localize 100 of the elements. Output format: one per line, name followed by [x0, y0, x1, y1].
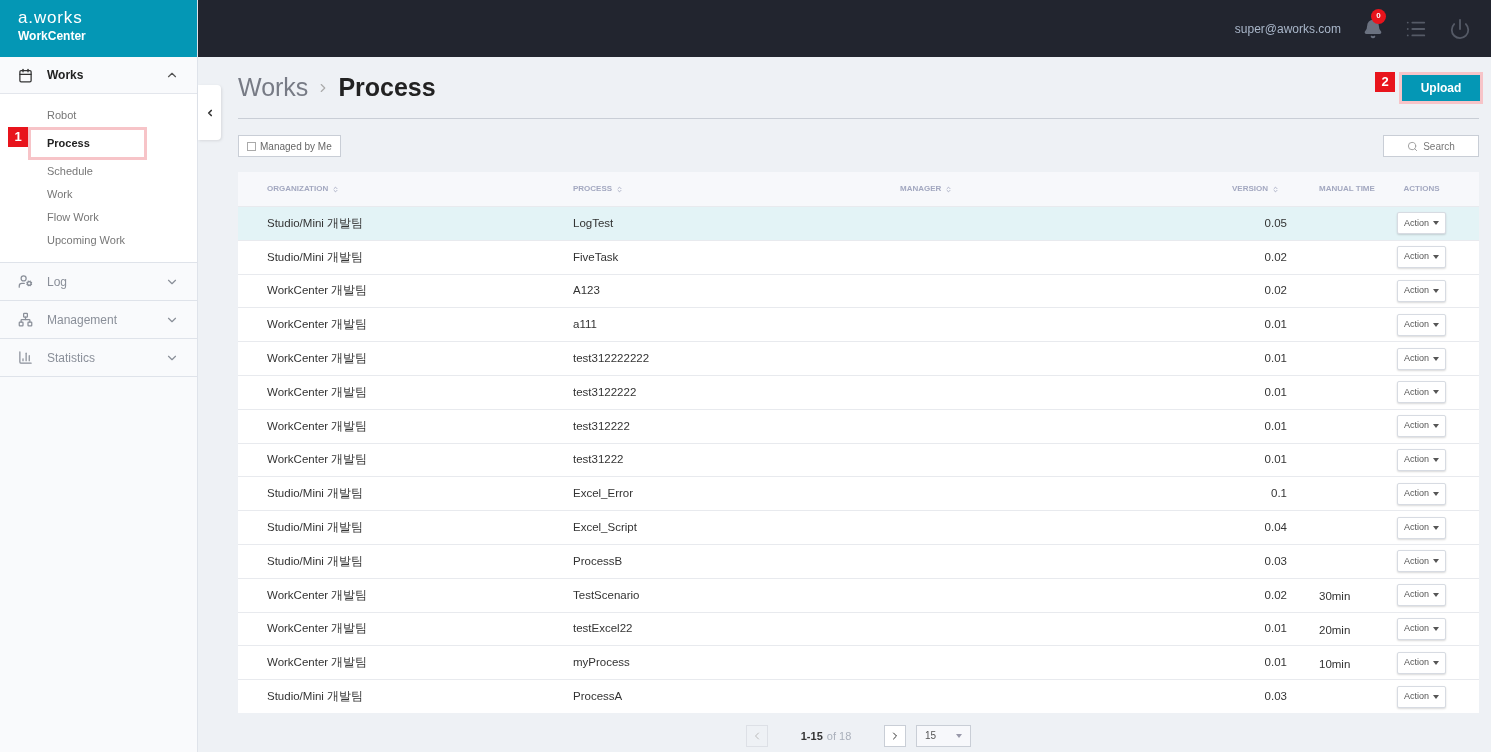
- process-cell-text: test3122222: [573, 384, 638, 400]
- organization-cell-text: WorkCenter 개발팀: [267, 587, 369, 603]
- process-cell-text: LogTest: [573, 215, 615, 231]
- caret-down-icon: [1433, 322, 1439, 327]
- sidebar-item[interactable]: Work: [47, 186, 73, 203]
- process-cell-text: myProcess: [573, 655, 631, 671]
- action-dropdown[interactable]: Action: [1397, 584, 1446, 607]
- column-header: MANUAL TIME: [1319, 183, 1375, 195]
- version-cell-text: 0.1: [1270, 486, 1288, 502]
- action-dropdown[interactable]: Action: [1397, 415, 1446, 438]
- organization-cell-text: Studio/Mini 개발팀: [267, 215, 365, 231]
- version-cell-text: 0.01: [1263, 350, 1288, 366]
- table-row[interactable]: Studio/Mini 개발팀 LogTest 0.05 Action: [238, 206, 1479, 240]
- action-dropdown[interactable]: Action: [1397, 280, 1446, 302]
- power-icon[interactable]: [1449, 17, 1471, 40]
- process-cell-text: test312222222: [573, 350, 651, 366]
- version-cell-text: 0.01: [1263, 655, 1288, 671]
- caret-down-icon: [1433, 255, 1439, 260]
- caret-down-icon: [1433, 356, 1439, 361]
- process-cell-text: testExcel22: [573, 621, 634, 637]
- sort-icon: [1272, 185, 1279, 193]
- caret-down-icon: [1433, 626, 1439, 631]
- version-cell-text: 0.04: [1263, 519, 1288, 535]
- version-cell-text: 0.01: [1263, 621, 1288, 637]
- page-size-select[interactable]: 15: [916, 724, 971, 747]
- caret-down-icon: [1433, 221, 1439, 226]
- caret-down-icon: [1433, 694, 1439, 699]
- version-cell-text: 0.02: [1263, 587, 1288, 603]
- organization-cell-text: WorkCenter 개발팀: [267, 621, 369, 637]
- next-page-button[interactable]: [884, 724, 906, 747]
- organization-cell-text: WorkCenter 개발팀: [267, 317, 369, 333]
- section-label: Statistics: [47, 349, 96, 367]
- organization-cell-text: WorkCenter 개발팀: [267, 384, 369, 400]
- process-cell-text: A123: [573, 283, 601, 299]
- organization-cell-text: WorkCenter 개발팀: [267, 418, 369, 434]
- process-cell-text: test312222: [573, 418, 631, 434]
- breadcrumb-parent[interactable]: Works: [238, 68, 309, 107]
- sort-icon: [616, 185, 624, 193]
- organization-cell-text: Studio/Mini 개발팀: [267, 553, 365, 569]
- version-cell-text: 0.03: [1263, 553, 1288, 569]
- bar-chart-icon: [18, 350, 33, 365]
- callout-badge: 2: [1375, 71, 1395, 92]
- page-title: Process: [338, 71, 436, 103]
- organization-cell-text: Studio/Mini 개발팀: [267, 486, 365, 502]
- organization-cell-text: WorkCenter 개발팀: [267, 350, 369, 366]
- search-button[interactable]: Search: [1383, 135, 1479, 157]
- organization-cell-text: Studio/Mini 개발팀: [267, 519, 365, 535]
- callout-badge: 1: [8, 127, 28, 147]
- process-cell-text: Excel_Error: [573, 486, 635, 502]
- product-name: WorkCenter: [18, 28, 87, 44]
- action-dropdown[interactable]: Action: [1397, 212, 1446, 235]
- section-label: Log: [47, 273, 69, 291]
- caret-down-icon: [1433, 424, 1439, 429]
- manual-time-cell: 30min: [1319, 590, 1351, 603]
- action-dropdown[interactable]: Action: [1397, 448, 1446, 471]
- action-dropdown[interactable]: Action: [1397, 347, 1446, 370]
- hierarchy-icon: [18, 312, 33, 327]
- logo: a.works: [18, 8, 84, 28]
- action-dropdown[interactable]: Action: [1397, 313, 1446, 336]
- section-label: Works: [47, 67, 85, 84]
- section-label: Management: [47, 311, 119, 329]
- caret-down-icon: [1433, 593, 1439, 598]
- organization-cell-text: Studio/Mini 개발팀: [267, 688, 365, 704]
- action-dropdown[interactable]: Action: [1397, 482, 1446, 505]
- version-cell-text: 0.02: [1263, 283, 1288, 299]
- action-dropdown[interactable]: Action: [1397, 685, 1446, 708]
- action-dropdown[interactable]: Action: [1397, 381, 1446, 404]
- action-dropdown[interactable]: Action: [1397, 550, 1446, 573]
- caret-down-icon: [956, 733, 962, 738]
- sidebar-item[interactable]: Robot: [47, 107, 77, 124]
- action-dropdown[interactable]: Action: [1397, 246, 1446, 269]
- managed-by-me-filter[interactable]: Managed by Me: [238, 135, 341, 157]
- version-cell-text: 0.01: [1263, 452, 1288, 468]
- caret-down-icon: [1433, 457, 1439, 462]
- process-cell-text: TestScenario: [573, 587, 641, 603]
- manual-time-cell: 20min: [1319, 623, 1351, 636]
- organization-cell-text: WorkCenter 개발팀: [267, 655, 369, 671]
- action-dropdown[interactable]: Action: [1397, 516, 1446, 539]
- organization-cell-text: WorkCenter 개발팀: [267, 283, 369, 299]
- caret-down-icon: [1433, 559, 1439, 564]
- organization-cell-text: Studio/Mini 개발팀: [267, 249, 365, 265]
- sidebar-item[interactable]: Upcoming Work: [47, 232, 126, 249]
- version-cell-text: 0.01: [1263, 384, 1288, 400]
- manual-time-cell: 10min: [1319, 657, 1351, 670]
- sort-icon: [332, 185, 340, 193]
- calendar-icon: [18, 67, 33, 83]
- action-dropdown[interactable]: Action: [1397, 651, 1446, 674]
- bell-icon[interactable]: [1363, 18, 1383, 39]
- organization-cell-text: WorkCenter 개발팀: [267, 452, 369, 468]
- caret-down-icon: [1433, 491, 1439, 496]
- notification-count: 0: [1371, 8, 1386, 24]
- version-cell-text: 0.05: [1263, 215, 1288, 231]
- user-email[interactable]: super@aworks.com: [1234, 19, 1341, 38]
- sidebar-item[interactable]: Flow Work: [47, 209, 99, 226]
- sidebar-item[interactable]: Process: [47, 135, 90, 152]
- process-cell-text: a111: [573, 317, 598, 333]
- sidebar-item[interactable]: Schedule: [47, 163, 93, 180]
- version-cell-text: 0.01: [1263, 418, 1288, 434]
- action-dropdown[interactable]: Action: [1397, 617, 1446, 640]
- caret-down-icon: [1433, 289, 1439, 293]
